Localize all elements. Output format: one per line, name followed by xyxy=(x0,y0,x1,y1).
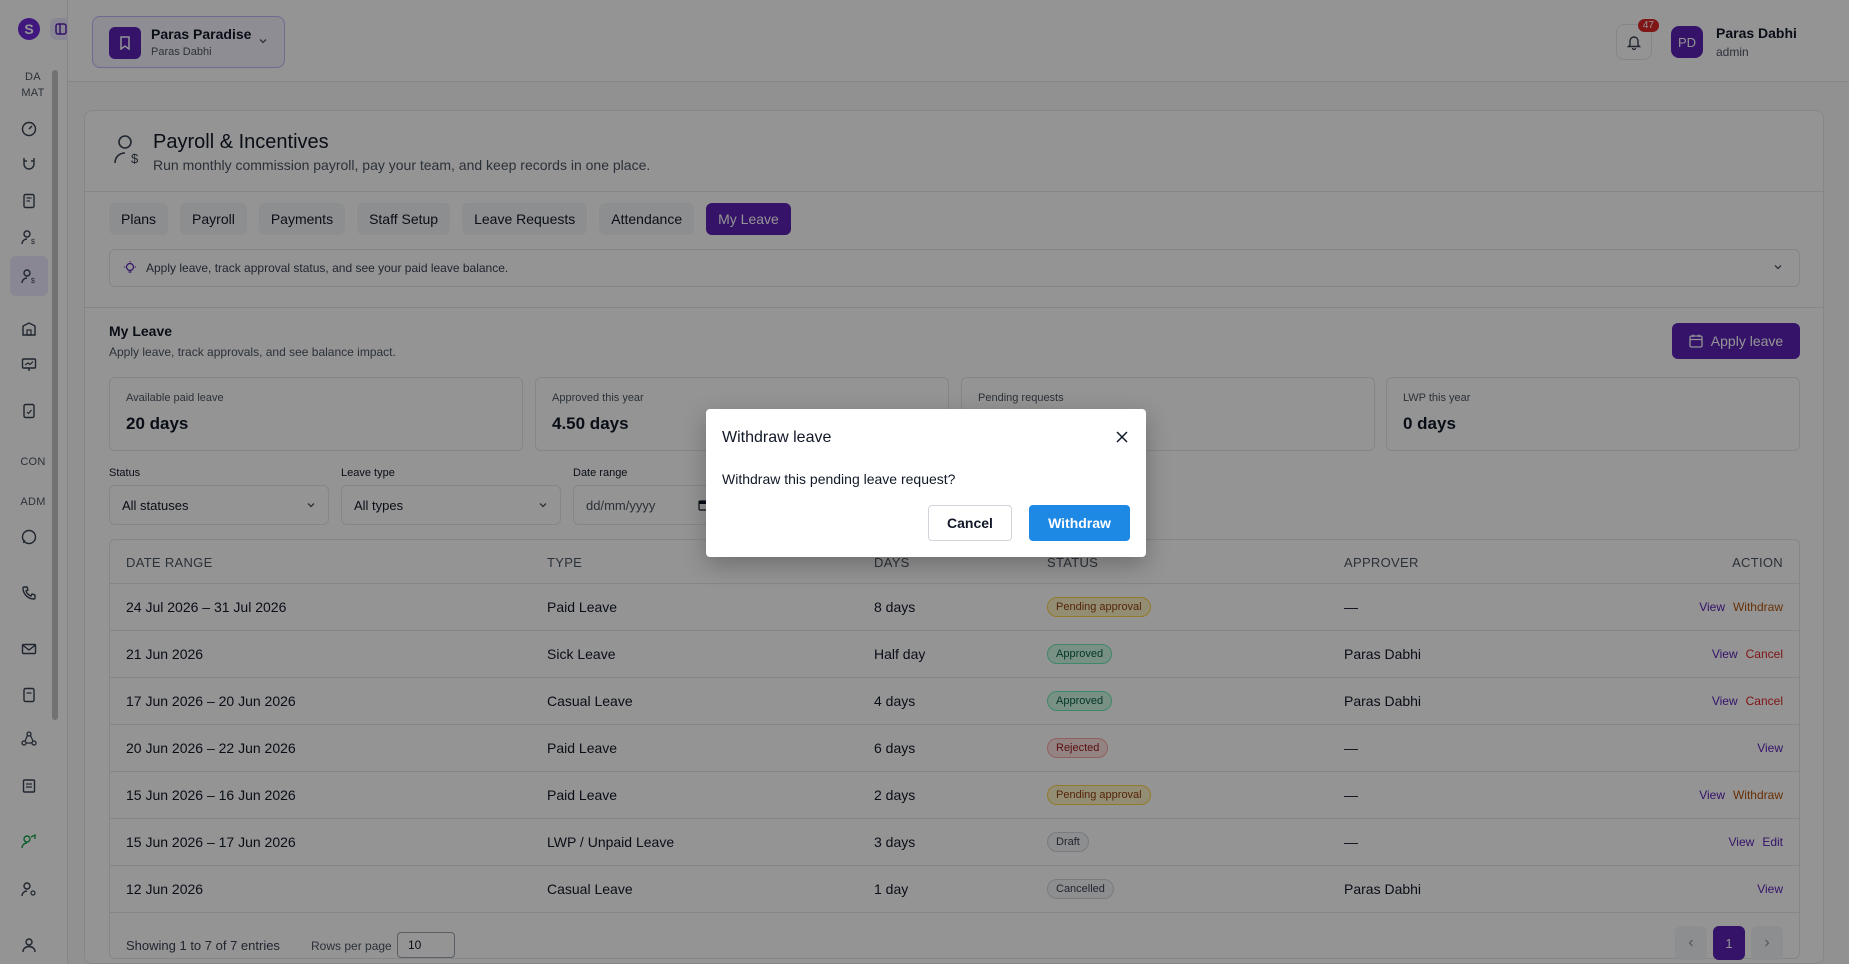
dialog-message: Withdraw this pending leave request? xyxy=(722,471,956,487)
close-icon[interactable] xyxy=(1112,427,1132,447)
withdraw-leave-dialog: Withdraw leave Withdraw this pending lea… xyxy=(706,409,1146,557)
withdraw-button[interactable]: Withdraw xyxy=(1029,505,1130,541)
dialog-title: Withdraw leave xyxy=(722,429,832,446)
cancel-button[interactable]: Cancel xyxy=(928,505,1012,541)
